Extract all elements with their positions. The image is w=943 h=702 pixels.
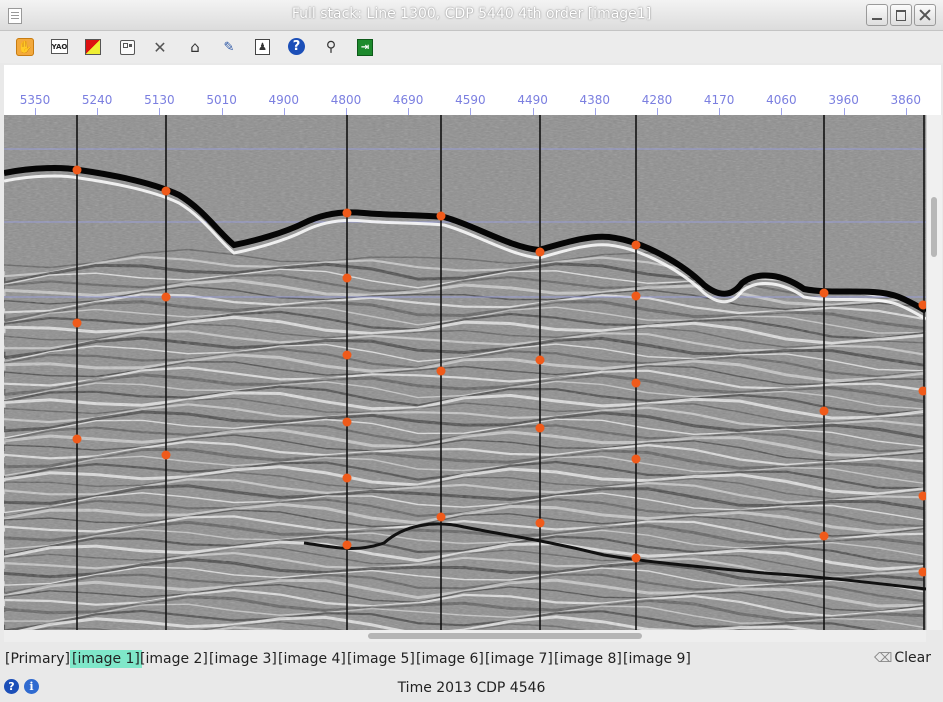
vertical-scroll-thumb[interactable] [931,197,937,257]
seismic-image-panel[interactable] [4,115,926,630]
pick-point[interactable] [631,454,641,464]
pick-point[interactable] [819,531,829,541]
maximize-button[interactable] [890,4,912,26]
pick-point[interactable] [72,165,82,175]
cdp-tick-mark [346,108,347,115]
image-tabs: [Primary] [image 1] [image 2] [image 3] … [0,648,943,672]
minimize-button[interactable] [866,4,888,26]
clear-button[interactable]: ⌫ Clear [874,650,931,666]
tab-image-4[interactable]: [image 4] [276,650,348,668]
pick-point[interactable] [72,318,82,328]
home-icon[interactable]: ⌂ [186,38,204,56]
pick-point[interactable] [631,378,641,388]
window-title: Full stack: Line 1300, CDP 5440 4th orde… [291,6,652,22]
cdp-tick-mark [594,108,596,115]
pick-point[interactable] [535,247,545,257]
cdp-tick-label: 5010 [206,93,237,107]
tab-primary[interactable]: [Primary] [3,650,72,668]
pick-point[interactable] [161,186,171,196]
tab-image-1[interactable]: [image 1] [70,650,142,668]
title-bar: Full stack: Line 1300, CDP 5440 4th orde… [0,0,943,31]
grid-view-icon[interactable] [120,40,135,55]
tab-image-5[interactable]: [image 5] [345,650,417,668]
cdp-tick-label: 4590 [455,93,486,107]
pick-point[interactable] [342,417,352,427]
cdp-tick-mark [657,108,658,115]
toolbar: ✋ YAO ✕ ⌂ ✎ ♟ ? ⚲ ⇥ [0,31,943,63]
cdp-tick-mark [283,108,285,115]
cdp-tick-label: 5130 [144,93,175,107]
pick-point[interactable] [161,450,171,460]
pick-point[interactable] [342,540,352,550]
cdp-tick-mark [781,108,783,115]
pick-point[interactable] [819,288,829,298]
seismic-section[interactable] [4,115,926,630]
pan-hand-icon[interactable]: ✋ [16,38,34,56]
cdp-tick-mark [159,108,161,115]
person-icon[interactable]: ♟ [255,39,270,55]
zoom-icon[interactable]: ⚲ [322,38,340,56]
clear-icon: ⌫ [873,651,893,666]
close-window-button[interactable] [914,4,936,26]
tab-image-9[interactable]: [image 9] [621,650,693,668]
clear-label: Clear [894,650,931,666]
pick-point[interactable] [72,434,82,444]
pick-point[interactable] [631,240,641,250]
cdp-tick-mark [470,108,472,115]
status-bar: ? i Time 2013 CDP 4546 [0,676,943,702]
tab-image-7[interactable]: [image 7] [483,650,555,668]
vertical-scrollbar[interactable] [926,115,942,630]
horizontal-scrollbar[interactable] [4,630,926,642]
cdp-tick-label: 5350 [19,93,51,107]
help-icon[interactable]: ? [288,38,305,55]
cdp-tick-mark [843,108,845,115]
pick-point[interactable] [342,208,352,218]
pick-point[interactable] [535,355,545,365]
pick-point[interactable] [631,291,641,301]
cdp-tick-mark [97,108,99,115]
pick-point[interactable] [436,211,446,221]
cdp-tick-label: 4800 [330,93,362,107]
cdp-tick-label: 4900 [268,93,300,107]
cdp-tick-label: 4060 [766,93,797,107]
status-text: Time 2013 CDP 4546 [397,680,546,696]
pick-point[interactable] [819,406,829,416]
pick-point[interactable] [535,518,545,528]
cdp-tick-mark [221,108,223,115]
close-icon[interactable]: ✕ [151,38,169,57]
cdp-tick-label: 4690 [392,93,424,107]
pick-point[interactable] [436,512,446,522]
cdp-tick-label: 5240 [81,93,113,107]
edit-icon[interactable]: ✎ [220,38,238,56]
cdp-tick-mark [905,108,907,115]
label-toggle-icon[interactable]: YAO [51,39,68,54]
tab-image-8[interactable]: [image 8] [552,650,624,668]
cdp-tick-mark [35,108,36,115]
tab-image-3[interactable]: [image 3] [207,650,279,668]
pick-point[interactable] [342,473,352,483]
cdp-tick-label: 4490 [517,93,548,107]
noise-texture [4,115,926,630]
cdp-tick-mark [532,108,534,115]
pick-point[interactable] [631,553,641,563]
cdp-tick-label: 4170 [703,93,735,107]
pick-point[interactable] [342,350,352,360]
cdp-tick-mark [719,108,721,115]
cdp-tick-label: 4380 [579,93,611,107]
pick-point[interactable] [342,273,352,283]
cdp-axis: 5350 5240 5130 5010 4900 4800 4690 4590 4490 4380… [4,65,941,115]
cdp-tick-label: 3960 [828,93,859,107]
pick-point[interactable] [535,423,545,433]
pick-point[interactable] [161,292,171,302]
cdp-tick-mark [408,108,410,115]
cdp-tick-label: 4280 [641,93,673,107]
tab-image-6[interactable]: [image 6] [414,650,486,668]
tab-image-2[interactable]: [image 2] [138,650,210,668]
pick-point[interactable] [436,366,446,376]
exit-icon[interactable]: ⇥ [357,39,373,56]
pick-color-icon[interactable] [85,39,101,55]
cdp-tick-label: 3860 [890,93,922,107]
horizontal-scroll-thumb[interactable] [368,633,642,639]
